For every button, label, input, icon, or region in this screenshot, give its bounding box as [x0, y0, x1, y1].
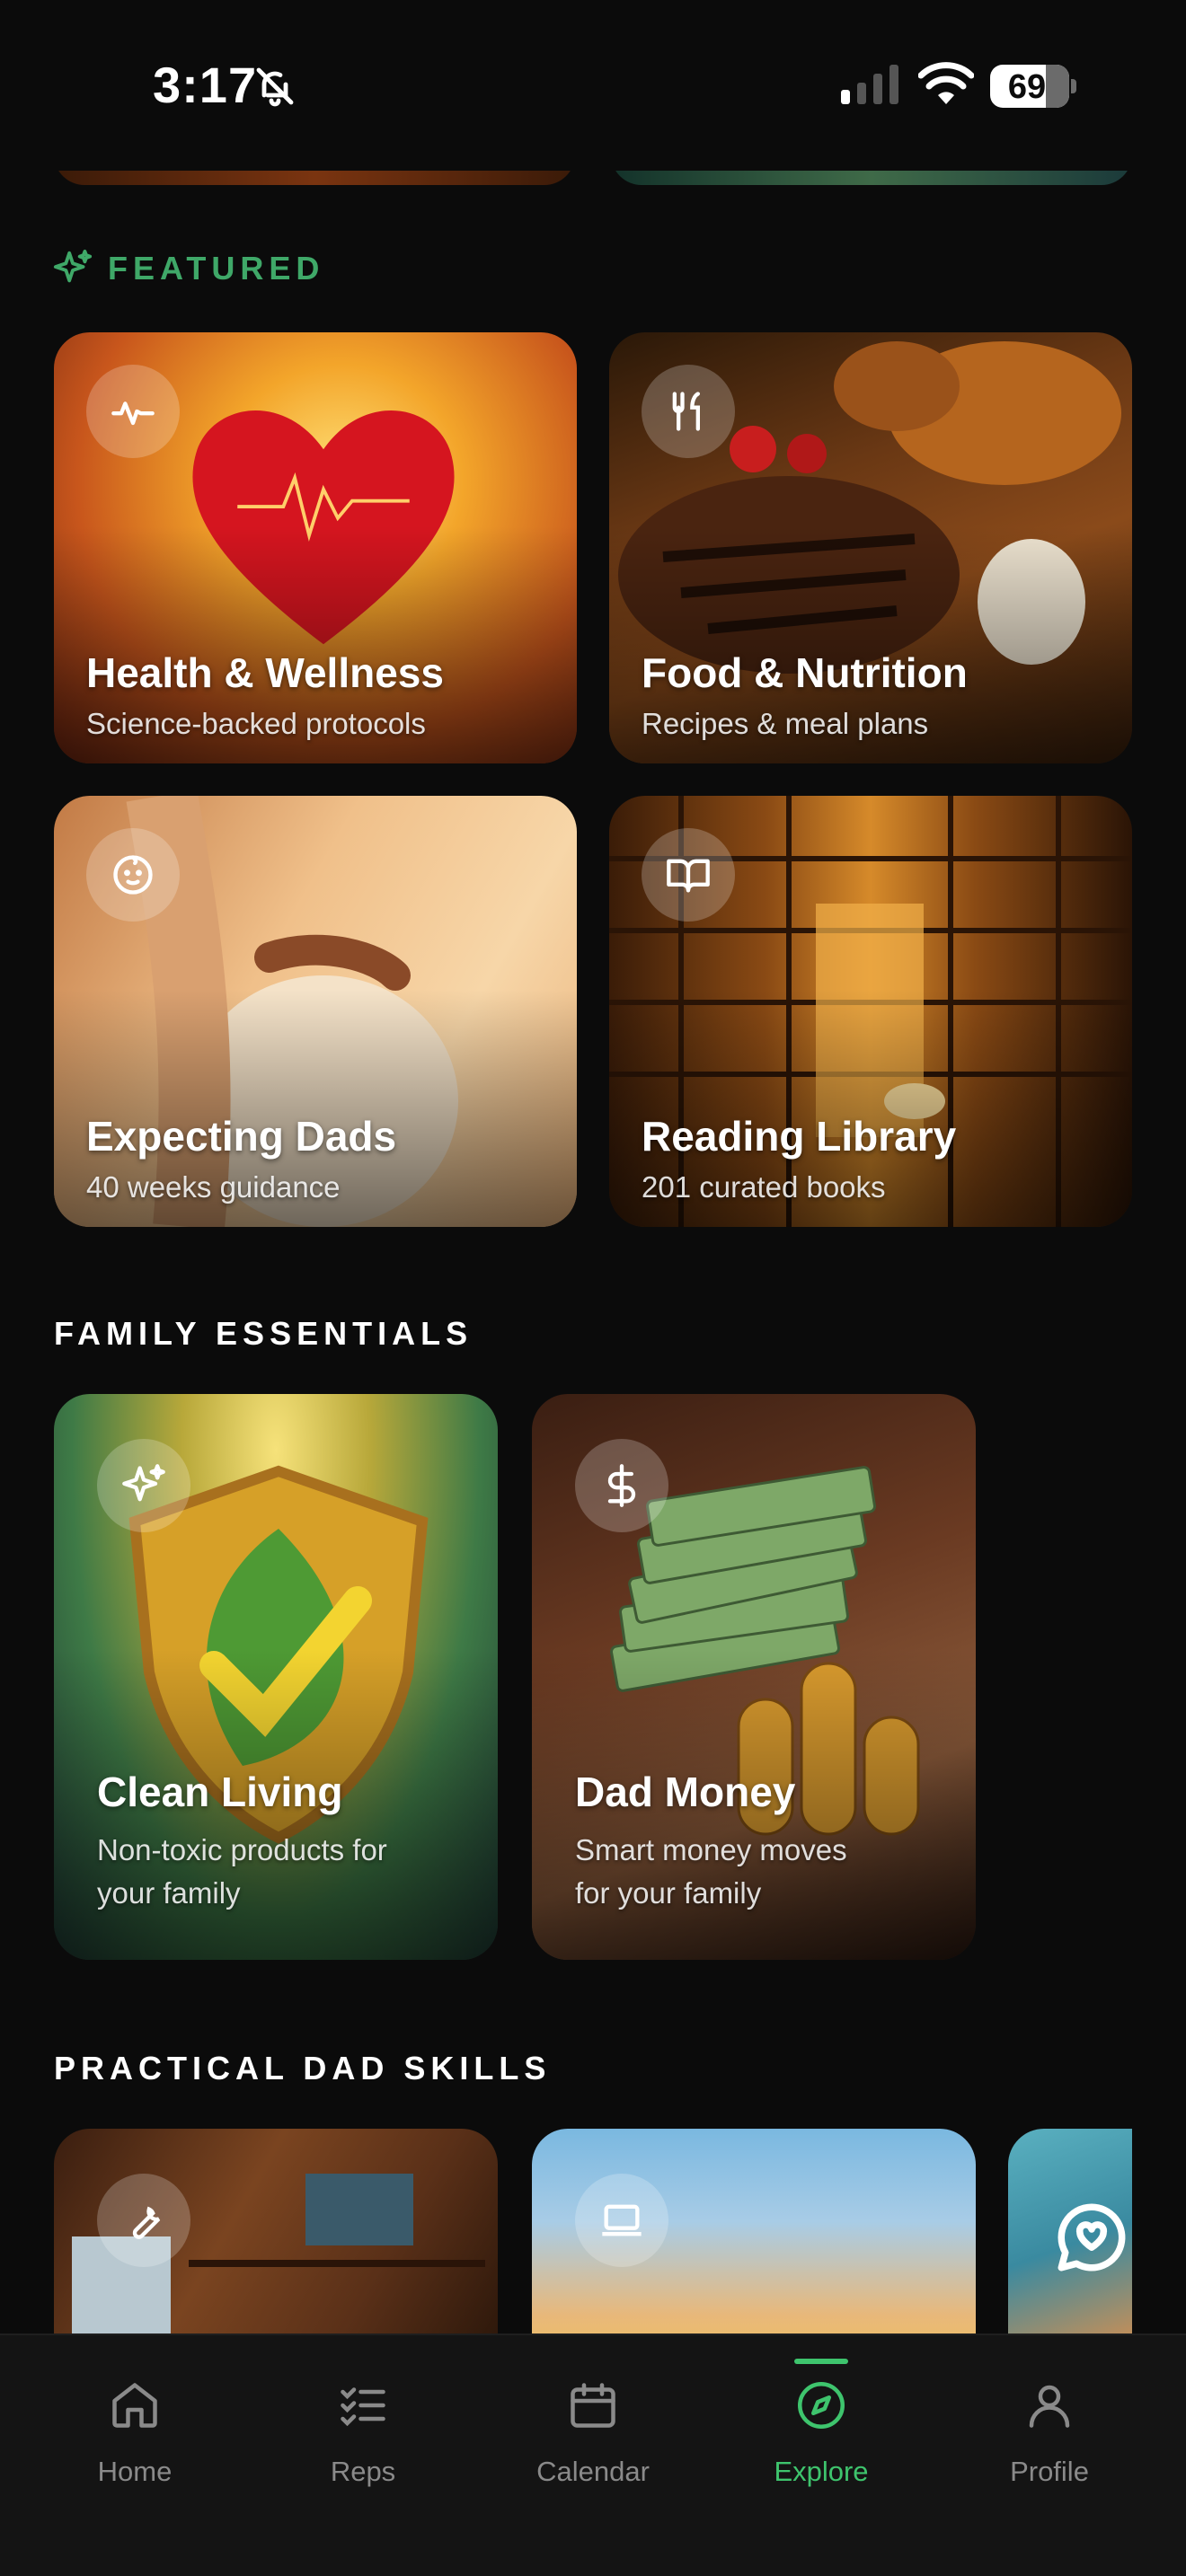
- heartbeat-icon: [86, 365, 180, 458]
- card-subtitle: Science-backed protocols: [86, 707, 426, 740]
- tab-profile[interactable]: Profile: [960, 2335, 1139, 2515]
- section-title-practical-dad-skills: PRACTICAL DAD SKILLS: [54, 2050, 552, 2086]
- section-title-family-essentials: FAMILY ESSENTIALS: [54, 1315, 474, 1352]
- compass-icon: [798, 2382, 845, 2429]
- bell-muted-icon: [256, 67, 294, 107]
- sparkle-icon: [97, 1439, 190, 1532]
- wrench-icon: [97, 2174, 190, 2267]
- card-subtitle-line1: Non-toxic products for: [97, 1833, 387, 1866]
- tab-explore[interactable]: Explore: [731, 2335, 911, 2515]
- battery-indicator: 69: [990, 65, 1076, 108]
- laptop-icon: [575, 2174, 668, 2267]
- card-title: Dad Money: [575, 1769, 796, 1815]
- card-title: Expecting Dads: [86, 1113, 397, 1160]
- active-tab-indicator: [794, 2359, 848, 2364]
- battery-level: 69: [1007, 68, 1047, 106]
- card-reading-library[interactable]: Reading Library 201 curated books: [609, 796, 1132, 1227]
- baby-face-icon: [86, 828, 180, 922]
- card-health-wellness[interactable]: Health & Wellness Science-backed protoco…: [54, 332, 577, 763]
- card-subtitle-line2: for your family: [575, 1876, 762, 1910]
- checklist-icon: [341, 2387, 385, 2427]
- tab-label: Reps: [330, 2456, 396, 2487]
- card-subtitle: Recipes & meal plans: [642, 707, 929, 740]
- tab-home[interactable]: Home: [45, 2335, 225, 2515]
- card-subtitle-line1: Smart money moves: [575, 1833, 847, 1866]
- status-bar: 3:17 69: [0, 0, 1186, 171]
- signal-icon: [841, 65, 898, 104]
- card-title: Reading Library: [642, 1113, 957, 1160]
- card-title: Health & Wellness: [86, 649, 444, 696]
- card-practical-skill-tech[interactable]: [532, 2129, 976, 2362]
- person-icon: [1029, 2385, 1070, 2428]
- chat-heart-icon[interactable]: [1051, 2197, 1132, 2278]
- card-dad-money[interactable]: Dad Money Smart money moves for your fam…: [532, 1394, 976, 1960]
- tab-label: Explore: [774, 2456, 869, 2487]
- card-title: Food & Nutrition: [642, 649, 968, 696]
- open-book-icon: [642, 828, 735, 922]
- bottom-tab-bar: Home Reps Calendar Explore Profile: [0, 2333, 1186, 2576]
- dollar-icon: [575, 1439, 668, 1532]
- wifi-icon: [918, 62, 974, 104]
- status-time: 3:17: [153, 57, 258, 113]
- sparkle-icon: [53, 249, 93, 283]
- section-title-featured: FEATURED: [108, 250, 325, 287]
- card-food-nutrition[interactable]: Food & Nutrition Recipes & meal plans: [609, 332, 1132, 763]
- tab-label: Home: [97, 2456, 173, 2487]
- home-icon: [112, 2383, 157, 2428]
- tab-calendar[interactable]: Calendar: [503, 2335, 683, 2515]
- card-subtitle-line2: your family: [97, 1876, 241, 1910]
- card-subtitle: 201 curated books: [642, 1170, 886, 1204]
- fork-knife-icon: [642, 365, 735, 458]
- tab-label: Calendar: [536, 2456, 650, 2487]
- card-expecting-dads[interactable]: Expecting Dads 40 weeks guidance: [54, 796, 577, 1227]
- card-clean-living[interactable]: Clean Living Non-toxic products for your…: [54, 1394, 498, 1960]
- calendar-icon: [571, 2383, 615, 2428]
- card-title: Clean Living: [97, 1769, 343, 1815]
- card-practical-skill-workshop[interactable]: [54, 2129, 498, 2362]
- card-subtitle: 40 weeks guidance: [86, 1170, 341, 1204]
- tab-reps[interactable]: Reps: [273, 2335, 453, 2515]
- tab-label: Profile: [1010, 2456, 1089, 2487]
